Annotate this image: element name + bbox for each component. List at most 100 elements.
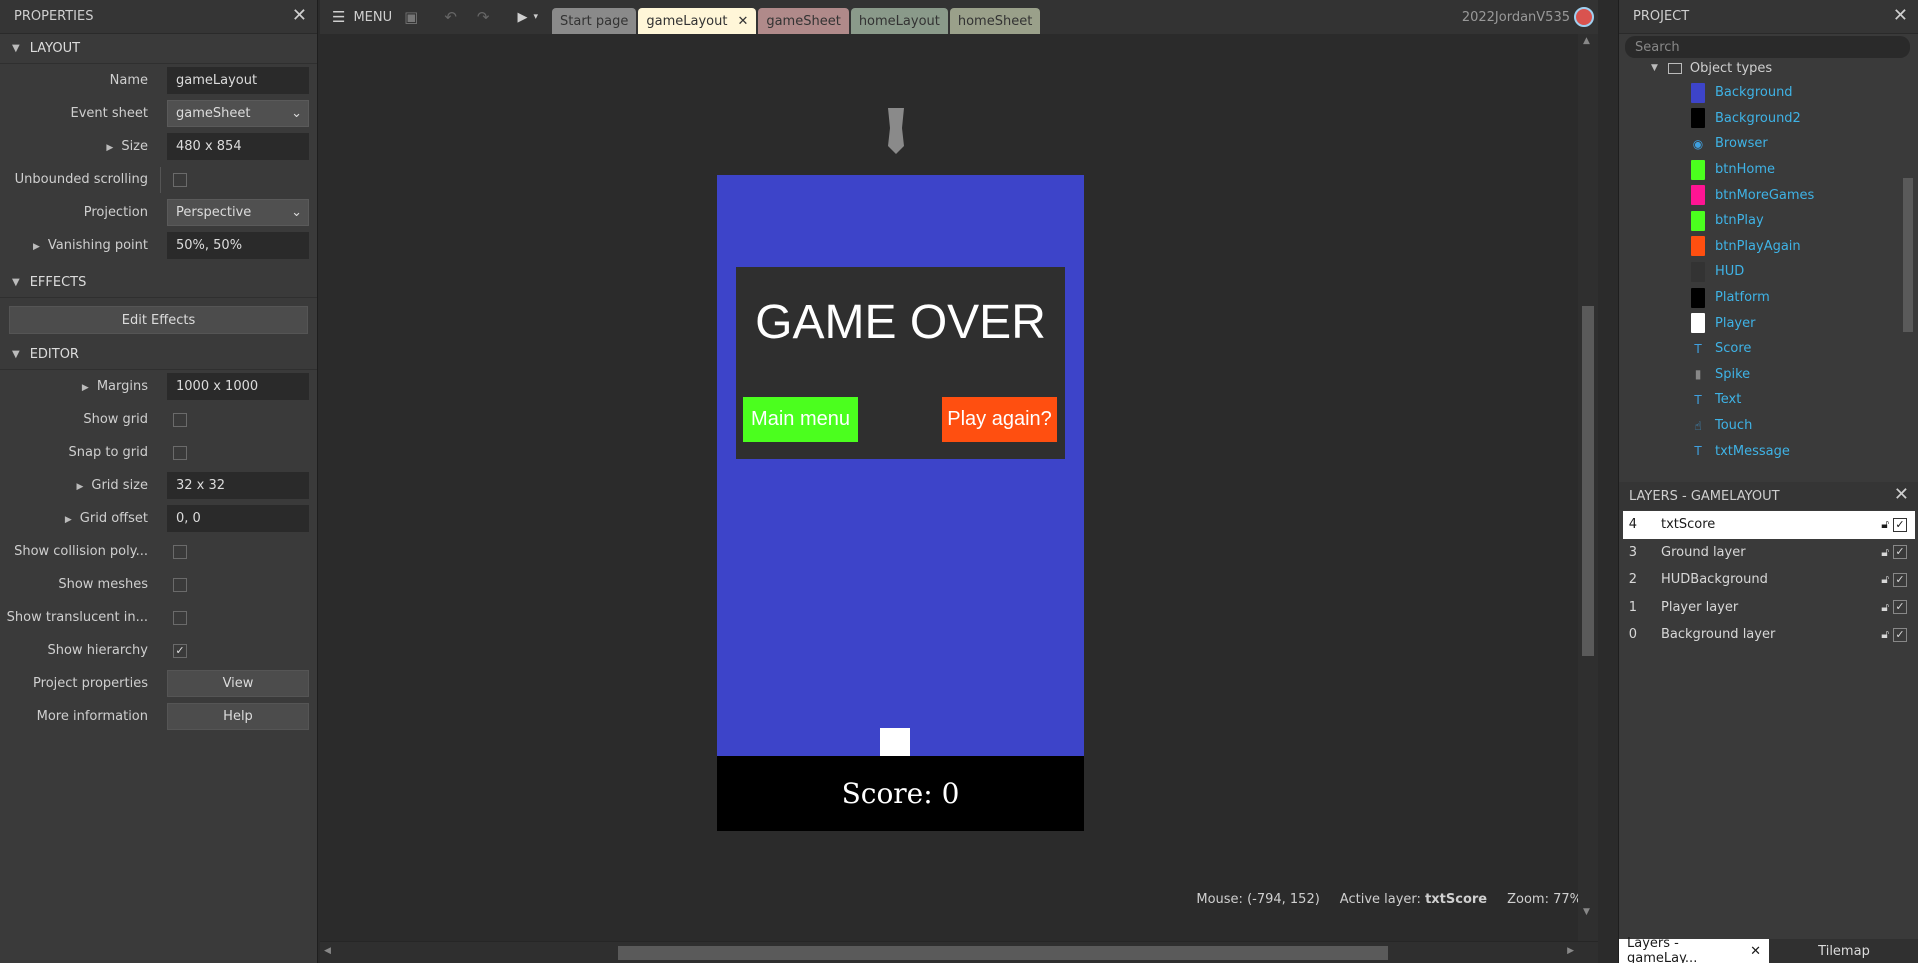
close-icon[interactable]: ✕ [292, 7, 307, 25]
expand-triangle-icon[interactable]: ▶ [106, 143, 113, 153]
lock-icon[interactable]: 🔓︎ [1881, 545, 1889, 560]
object-type-item[interactable]: T Score [1619, 336, 1918, 362]
object-type-item[interactable]: Background [1619, 80, 1918, 106]
project-scrollbar[interactable] [1900, 56, 1916, 474]
hud-panel-object[interactable]: GAME OVER Main menu Play again? [736, 267, 1065, 459]
play-dropdown-icon[interactable]: ▾ [533, 12, 538, 22]
layer-row[interactable]: 0 Background layer 🔓︎ ✓ [1623, 621, 1915, 649]
collision-checkbox[interactable] [173, 544, 187, 559]
prop-vanishing-input[interactable]: 50%, 50% [167, 232, 309, 259]
tab-layers[interactable]: Layers - gameLay... ✕ [1619, 936, 1769, 963]
layer-row[interactable]: 1 Player layer 🔓︎ ✓ [1623, 594, 1915, 622]
visibility-checkbox[interactable]: ✓ [1893, 545, 1907, 560]
lock-icon[interactable]: 🔓︎ [1881, 572, 1889, 587]
tab-0[interactable]: Start page [552, 8, 637, 34]
lock-icon[interactable]: 🔓︎ [1881, 517, 1889, 532]
close-icon[interactable]: ✕ [1894, 486, 1909, 504]
scroll-down-icon[interactable]: ▼ [1583, 907, 1590, 917]
object-type-item[interactable]: ☝ Touch [1619, 413, 1918, 439]
scroll-right-icon[interactable]: ▶ [1567, 946, 1574, 956]
section-editor[interactable]: ▼ EDITOR [0, 340, 317, 370]
lock-icon[interactable]: 🔓︎ [1881, 627, 1889, 642]
play-again-button[interactable]: Play again? [942, 397, 1057, 442]
background-object[interactable] [717, 175, 1084, 756]
object-type-item[interactable]: ◉ Browser [1619, 131, 1918, 157]
gameover-text[interactable]: GAME OVER [736, 295, 1065, 350]
translucent-checkbox[interactable] [173, 610, 187, 625]
tab-4[interactable]: homeSheet [949, 8, 1041, 34]
meshes-checkbox[interactable] [173, 577, 187, 592]
object-type-item[interactable]: Background2 [1619, 106, 1918, 132]
close-icon[interactable]: ✕ [1893, 7, 1908, 25]
tab-tilemap[interactable]: Tilemap [1769, 939, 1918, 963]
object-type-item[interactable]: Player [1619, 310, 1918, 336]
object-type-item[interactable]: HUD [1619, 259, 1918, 285]
prop-margins-input[interactable]: 1000 x 1000 [167, 373, 309, 400]
expand-triangle-icon[interactable]: ▶ [65, 515, 72, 525]
vertical-scrollbar[interactable]: ▲ ▼ [1578, 34, 1598, 941]
hamburger-menu-icon[interactable]: ☰ [332, 8, 345, 26]
object-type-item[interactable]: T Text [1619, 387, 1918, 413]
show-grid-checkbox[interactable] [173, 412, 187, 427]
horizontal-scrollbar[interactable]: ◀ ▶ [320, 941, 1598, 963]
prop-event-sheet-select[interactable]: gameSheet ⌄ [167, 100, 309, 127]
scroll-up-icon[interactable]: ▲ [1583, 36, 1590, 46]
menu-button[interactable]: MENU [353, 10, 392, 25]
layer-row[interactable]: 3 Ground layer 🔓︎ ✓ [1623, 539, 1915, 567]
horizontal-scroll-thumb[interactable] [618, 946, 1388, 960]
object-types-folder[interactable]: ▼ Object types [1619, 56, 1918, 80]
layout-canvas[interactable]: GAME OVER Main menu Play again? Score: 0… [320, 34, 1598, 941]
section-layout[interactable]: ▼ LAYOUT [0, 34, 317, 64]
layer-row[interactable]: 2 HUDBackground 🔓︎ ✓ [1623, 566, 1915, 594]
object-type-item[interactable]: btnPlayAgain [1619, 234, 1918, 260]
close-icon[interactable]: ✕ [1750, 944, 1761, 959]
help-button[interactable]: Help [167, 703, 309, 730]
layer-row[interactable]: 4 txtScore 🔓︎ ✓ [1623, 511, 1915, 539]
object-type-item[interactable]: btnMoreGames [1619, 182, 1918, 208]
object-type-item[interactable]: btnHome [1619, 157, 1918, 183]
close-icon[interactable]: ✕ [737, 14, 748, 29]
edit-effects-button[interactable]: Edit Effects [9, 306, 308, 334]
redo-icon[interactable]: ↷ [477, 8, 490, 26]
avatar[interactable] [1574, 7, 1594, 27]
scroll-left-icon[interactable]: ◀ [324, 946, 331, 956]
hierarchy-checkbox[interactable]: ✓ [173, 643, 187, 658]
tab-3[interactable]: homeLayout [850, 8, 948, 34]
expand-triangle-icon[interactable]: ▶ [76, 482, 83, 492]
project-scroll-thumb[interactable] [1903, 178, 1913, 332]
view-button[interactable]: View [167, 670, 309, 697]
unbounded-checkbox[interactable] [173, 172, 187, 187]
visibility-checkbox[interactable]: ✓ [1893, 627, 1907, 642]
object-type-item[interactable]: TtxtMessage [1619, 438, 1918, 464]
tab-1[interactable]: gameLayout ✕ [638, 8, 757, 34]
prop-projection-select[interactable]: Perspective ⌄ [167, 199, 309, 226]
score-text[interactable]: Score: 0 [842, 777, 960, 810]
player-object[interactable] [880, 728, 910, 758]
play-icon[interactable]: ▶ [517, 10, 527, 25]
object-type-item[interactable]: Platform [1619, 285, 1918, 311]
visibility-checkbox[interactable]: ✓ [1893, 600, 1907, 615]
section-effects[interactable]: ▼ EFFECTS [0, 268, 317, 298]
lock-icon[interactable]: 🔓︎ [1881, 600, 1889, 615]
visibility-checkbox[interactable]: ✓ [1893, 572, 1907, 587]
visibility-checkbox[interactable]: ✓ [1893, 517, 1907, 532]
save-icon[interactable]: ▣ [404, 8, 418, 26]
column-divider[interactable] [160, 167, 161, 193]
vertical-scroll-thumb[interactable] [1582, 306, 1594, 656]
prop-grid-offset-input[interactable]: 0, 0 [167, 505, 309, 532]
main-menu-button[interactable]: Main menu [743, 397, 858, 442]
expand-triangle-icon[interactable]: ▶ [33, 242, 40, 252]
snap-to-grid-checkbox[interactable] [173, 445, 187, 460]
collapse-triangle-icon[interactable]: ▼ [1651, 63, 1658, 73]
undo-icon[interactable]: ↶ [444, 8, 457, 26]
score-bar-object[interactable]: Score: 0 [717, 756, 1084, 831]
object-type-item[interactable]: btnPlay [1619, 208, 1918, 234]
prop-name-input[interactable]: gameLayout [167, 67, 309, 94]
spike-object[interactable] [884, 106, 908, 156]
project-search-input[interactable]: Search [1625, 36, 1910, 58]
object-type-item[interactable]: ▮ Spike [1619, 362, 1918, 388]
prop-size-input[interactable]: 480 x 854 [167, 133, 309, 160]
prop-grid-size-input[interactable]: 32 x 32 [167, 472, 309, 499]
tab-2[interactable]: gameSheet [758, 8, 849, 34]
expand-triangle-icon[interactable]: ▶ [82, 383, 89, 393]
